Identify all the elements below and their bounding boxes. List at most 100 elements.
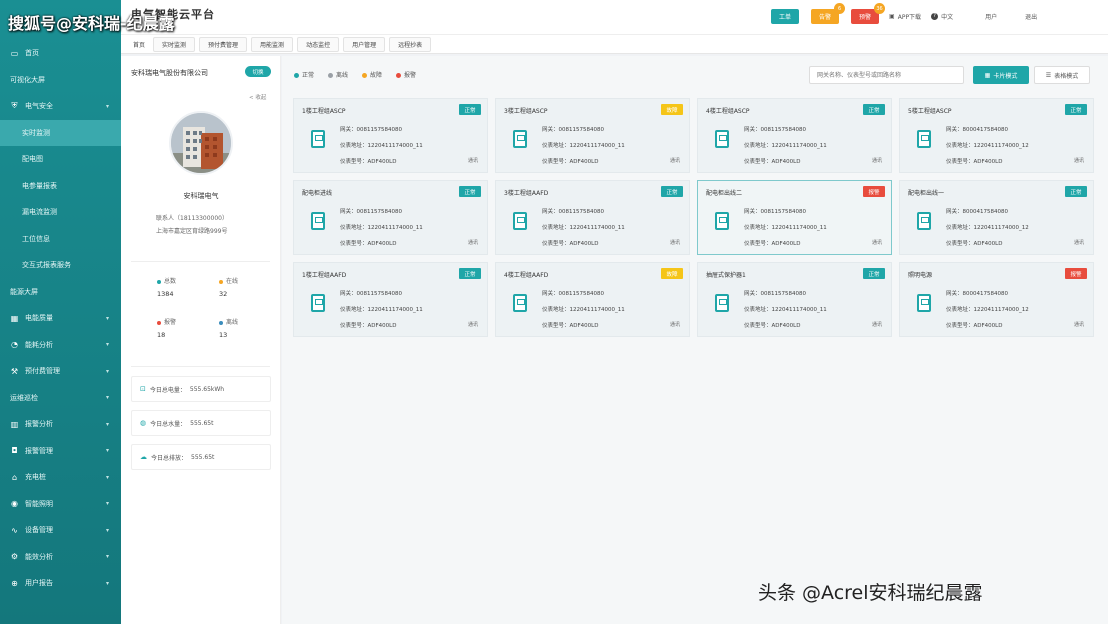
sidebar-item[interactable]: ◉ 智能照明 ▾	[0, 491, 121, 518]
station-photo	[169, 111, 233, 175]
tab-item[interactable]: 实时监测	[153, 36, 196, 52]
sidebar-item[interactable]: ⊕ 用户报告 ▾	[0, 570, 121, 597]
sidebar-item[interactable]: ⌂ 充电桩 ▾	[0, 464, 121, 491]
device-details: 网关：0081157584080 仪表地址：1220411174000_11 仪表型…	[542, 122, 625, 170]
detail-label: 仪表地址：	[340, 143, 368, 149]
sidebar-item[interactable]: 能源大屏	[0, 279, 121, 306]
detail-value: 0081157584080	[558, 209, 605, 215]
detail-label: 仪表型号：	[744, 159, 772, 165]
detail-value: 1220411174000_11	[367, 143, 423, 149]
detail-line: 仪表型号：ADF400LD	[946, 236, 1029, 252]
page-tabs: 首页 实时监测 预付费管理 用能监测 动态监控 用户管理 远程抄表	[121, 34, 1108, 54]
tab-item[interactable]: 动态监控	[297, 36, 340, 52]
header-action-button[interactable]: 预警 36	[851, 3, 886, 24]
search-input[interactable]	[809, 66, 964, 84]
device-card[interactable]: 1楼工程组AAFD 正常 网关：0081157584080 仪表地址：12204111…	[293, 262, 488, 337]
sidebar-item[interactable]: 实时监测	[0, 119, 121, 146]
device-details: 网关：0081157584080 仪表地址：1220411174000_11 仪表型…	[340, 122, 423, 170]
tab-item[interactable]: 首页	[129, 38, 149, 51]
sidebar-item[interactable]: ▭ 首页	[0, 40, 121, 67]
language-switch[interactable]: ? 中文	[931, 12, 953, 21]
detail-label: 仪表型号：	[340, 241, 368, 247]
device-card[interactable]: 4楼工程组AAFD 故障 网关：0081157584080 仪表地址：12204111…	[495, 262, 690, 337]
device-title: 配电柜出线二	[706, 190, 743, 197]
sidebar-item-label: 首页	[25, 49, 39, 58]
device-card[interactable]: 4楼工程组ASCP 正常 网关：0081157584080 仪表地址：12204111…	[697, 98, 892, 173]
legend-dot	[294, 73, 299, 78]
detail-line: 仪表型号：ADF400LD	[744, 154, 827, 170]
device-card[interactable]: 3楼工程组AAFD 正常 网关：0081157584080 仪表地址：12204111…	[495, 180, 690, 255]
detail-label: 网关：	[542, 127, 559, 133]
device-card[interactable]: 5楼工程组ASCP 正常 网关：8000417584080 仪表地址：12204111…	[899, 98, 1094, 173]
device-card[interactable]: 配电柜出线一 正常 网关：8000417584080 仪表地址：12204111740…	[899, 180, 1094, 255]
device-card[interactable]: 配电柜进线 正常 网关：0081157584080 仪表地址：122041117400…	[293, 180, 488, 255]
detail-line: 仪表地址：1220411174000_12	[946, 302, 1029, 318]
collapse-link[interactable]: < 收起	[249, 93, 266, 101]
meter-icon	[311, 130, 325, 148]
status-badge: 正常	[459, 186, 481, 197]
sidebar-item[interactable]: ⚒ 预付费管理 ▾	[0, 358, 121, 385]
tab-item[interactable]: 远程抄表	[389, 36, 432, 52]
tab-item[interactable]: 用户管理	[343, 36, 386, 52]
app-download-link[interactable]: ▣ APP下载	[889, 12, 921, 21]
user-menu[interactable]: 用户	[985, 12, 997, 21]
chevron-down-icon: ▾	[105, 420, 109, 428]
stat-label: 报警	[164, 319, 177, 326]
sidebar-item[interactable]: 漏电流监测	[0, 199, 121, 226]
device-details: 网关：8000417584080 仪表地址：1220411174000_12 仪表型…	[946, 286, 1029, 334]
notification-pills: 工单 告警 6 预警 36	[771, 3, 886, 24]
detail-line: 网关：0081157584080	[340, 204, 423, 220]
device-card[interactable]: 照明电源 报警 网关：8000417584080 仪表地址：1220411174000…	[899, 262, 1094, 337]
switch-button[interactable]: 切换	[245, 66, 271, 77]
sidebar-item[interactable]: 配电图	[0, 146, 121, 173]
detail-line: 仪表地址：1220411174000_11	[542, 302, 625, 318]
detail-line: 仪表型号：ADF400LD	[744, 236, 827, 252]
device-card[interactable]: 1楼工程组ASCP 正常 网关：0081157584080 仪表地址：12204111…	[293, 98, 488, 173]
tool-icon: ⚒	[10, 366, 19, 376]
tab-item[interactable]: 用能监测	[251, 36, 294, 52]
detail-label: 仪表型号：	[542, 323, 570, 329]
sidebar-item[interactable]: 可视化大屏	[0, 67, 121, 94]
comm-status: 通讯	[669, 240, 680, 246]
device-card[interactable]: 3楼工程组ASCP 故障 网关：0081157584080 仪表地址：12204111…	[495, 98, 690, 173]
main-content: 正常离线故障报警 ▦卡片模式 ☰表格模式 1楼工程组ASCP正常网关：00811…	[282, 56, 1108, 624]
sidebar-item[interactable]: ⚙ 能效分析 ▾	[0, 544, 121, 571]
detail-label: 网关：	[542, 209, 559, 215]
card-view-button[interactable]: ▦ 卡片模式	[973, 66, 1029, 84]
tab-item[interactable]: 预付费管理	[199, 36, 248, 52]
detail-value: ADF400LD	[367, 323, 397, 329]
status-badge: 正常	[661, 186, 683, 197]
chevron-down-icon: ▾	[105, 526, 109, 534]
sidebar-item[interactable]: 运维巡检 ▾	[0, 385, 121, 412]
device-card[interactable]: 抽屉式保护器1 正常 网关：0081157584080 仪表地址：1220411174…	[697, 262, 892, 337]
header-action-button[interactable]: 告警 6	[811, 3, 846, 24]
stat-value: 13	[219, 331, 228, 339]
sidebar-item[interactable]: ⛨ 电气安全 ▾	[0, 93, 121, 120]
sidebar-item[interactable]: ◔ 能耗分析 ▾	[0, 332, 121, 359]
chevron-down-icon: ▾	[105, 500, 109, 508]
sidebar-item[interactable]: ∿ 设备管理 ▾	[0, 517, 121, 544]
stat-item: 离线 13	[219, 317, 238, 339]
detail-label: 仪表地址：	[946, 143, 974, 149]
status-badge: 正常	[1065, 104, 1087, 115]
sidebar-item[interactable]: ▥ 报警分析 ▾	[0, 411, 121, 438]
sidebar-item[interactable]: 交互式报表服务	[0, 252, 121, 279]
detail-line: 仪表地址：1220411174000_11	[340, 302, 423, 318]
status-dot	[157, 320, 161, 325]
sidebar-item-label: 实时监测	[22, 128, 50, 137]
detail-value: ADF400LD	[569, 241, 599, 247]
stat-value: 32	[219, 290, 228, 298]
sidebar-item[interactable]: 工位信息	[0, 226, 121, 253]
sidebar-item[interactable]: 电参量报表	[0, 173, 121, 200]
device-details: 网关：0081157584080 仪表地址：1220411174000_11 仪表型…	[744, 204, 827, 252]
header-action-button[interactable]: 工单	[771, 9, 800, 24]
detail-label: 仪表地址：	[542, 307, 570, 313]
sidebar-item[interactable]: ◘ 报警管理 ▾	[0, 438, 121, 465]
device-card[interactable]: 配电柜出线二 报警 网关：0081157584080 仪表地址：12204111740…	[697, 180, 892, 255]
sidebar-item[interactable]: ▦ 电能质量 ▾	[0, 305, 121, 332]
device-title: 3楼工程组AAFD	[504, 190, 549, 197]
detail-line: 仪表型号：ADF400LD	[744, 318, 827, 334]
table-view-button[interactable]: ☰ 表格模式	[1034, 66, 1090, 84]
logout-link[interactable]: 退出	[1025, 12, 1037, 21]
sidebar-item-label: 能效分析	[25, 552, 53, 561]
